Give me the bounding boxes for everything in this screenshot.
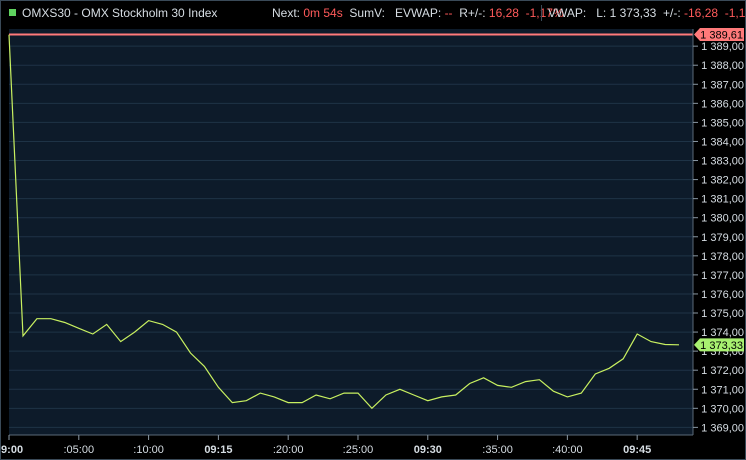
price-badges: 1 389,61 1 373,33 [694, 28, 744, 352]
chart-window: OMXS30 - OMX Stockholm 30 Index Next: 0m… [0, 0, 746, 460]
chg-value: -16,28 [684, 6, 719, 20]
grid-lines [9, 45, 693, 428]
y-tick-label: 1 383,00 [701, 156, 744, 168]
y-tick-label: 1 371,00 [701, 384, 744, 396]
y-tick-label: 1 370,00 [701, 403, 744, 415]
y-tick-label: 1 385,00 [701, 117, 744, 129]
chg-label: +/-: [663, 6, 681, 20]
instrument-name: OMX Stockholm 30 Index [81, 6, 218, 20]
instrument-symbol: OMXS30 [22, 6, 71, 20]
y-tick-label: 1 382,00 [701, 175, 744, 187]
x-tick-label: 09:30 [414, 444, 442, 456]
evwap-label: EVWAP: [394, 6, 442, 20]
x-tick-label: :05:00 [63, 444, 94, 456]
sumv-label: SumV: [349, 6, 385, 20]
header-stats: Next: 0m 54s SumV: EVWAP: -- R+/-: 16,28… [272, 1, 564, 25]
y-axis[interactable]: 1 369,001 370,001 371,001 372,001 373,00… [693, 41, 744, 434]
reference-badge-label: 1 389,61 [700, 30, 743, 42]
chart-header: OMXS30 - OMX Stockholm 30 Index Next: 0m… [1, 1, 745, 25]
y-tick-label: 1 375,00 [701, 308, 744, 320]
y-tick-label: 1 369,00 [701, 422, 744, 434]
instrument-title[interactable]: OMXS30 - OMX Stockholm 30 Index [22, 1, 217, 25]
rpm-label: R+/-: [459, 6, 486, 20]
x-tick-label: :10:00 [133, 444, 164, 456]
evwap-value: -- [444, 6, 453, 20]
title-separator: - [70, 6, 82, 20]
last-label: L: [596, 6, 607, 20]
x-tick-label: 09:15 [204, 444, 232, 456]
y-tick-label: 1 376,00 [701, 289, 744, 301]
y-tick-label: 1 389,00 [701, 41, 744, 53]
x-axis[interactable]: 09:00 :05:00 :10:00 09:15 :20:00 :25:00 09:30:… [1, 435, 651, 456]
x-tick-label: :35:00 [482, 444, 513, 456]
header-divider [541, 5, 542, 21]
y-tick-label: 1 372,00 [701, 365, 744, 377]
x-tick-label: 09:00 [1, 444, 23, 456]
y-tick-label: 1 381,00 [701, 194, 744, 206]
next-value: 0m 54s [303, 6, 343, 20]
x-tick-label: 09:45 [623, 444, 651, 456]
x-tick-label: :25:00 [343, 444, 374, 456]
instrument-color-square [9, 9, 16, 16]
plot-area[interactable] [9, 29, 693, 435]
y-tick-label: 1 388,00 [701, 60, 744, 72]
x-tick-label: :40:00 [552, 444, 583, 456]
next-label: Next: [272, 6, 301, 20]
rpm-value: 16,28 [488, 6, 519, 20]
last-price-badge-label: 1 373,33 [700, 340, 743, 352]
y-tick-label: 1 379,00 [701, 232, 744, 244]
price-chart[interactable]: 1 369,001 370,001 371,001 372,001 373,00… [1, 25, 745, 459]
last-value: 1 373,33 [609, 6, 657, 20]
chg-pct: -1,17% [724, 6, 745, 20]
y-tick-label: 1 377,00 [701, 270, 744, 282]
vwap-label: VWAP: [548, 6, 587, 20]
y-tick-label: 1 374,00 [701, 327, 744, 339]
header-stats-right: VWAP: L: 1 373,33 +/-: -16,28 -1,17% [548, 1, 745, 25]
y-tick-label: 1 378,00 [701, 251, 744, 263]
y-tick-label: 1 384,00 [701, 136, 744, 148]
y-tick-label: 1 387,00 [701, 79, 744, 91]
y-tick-label: 1 386,00 [701, 98, 744, 110]
y-tick-label: 1 380,00 [701, 213, 744, 225]
x-tick-label: :20:00 [273, 444, 304, 456]
